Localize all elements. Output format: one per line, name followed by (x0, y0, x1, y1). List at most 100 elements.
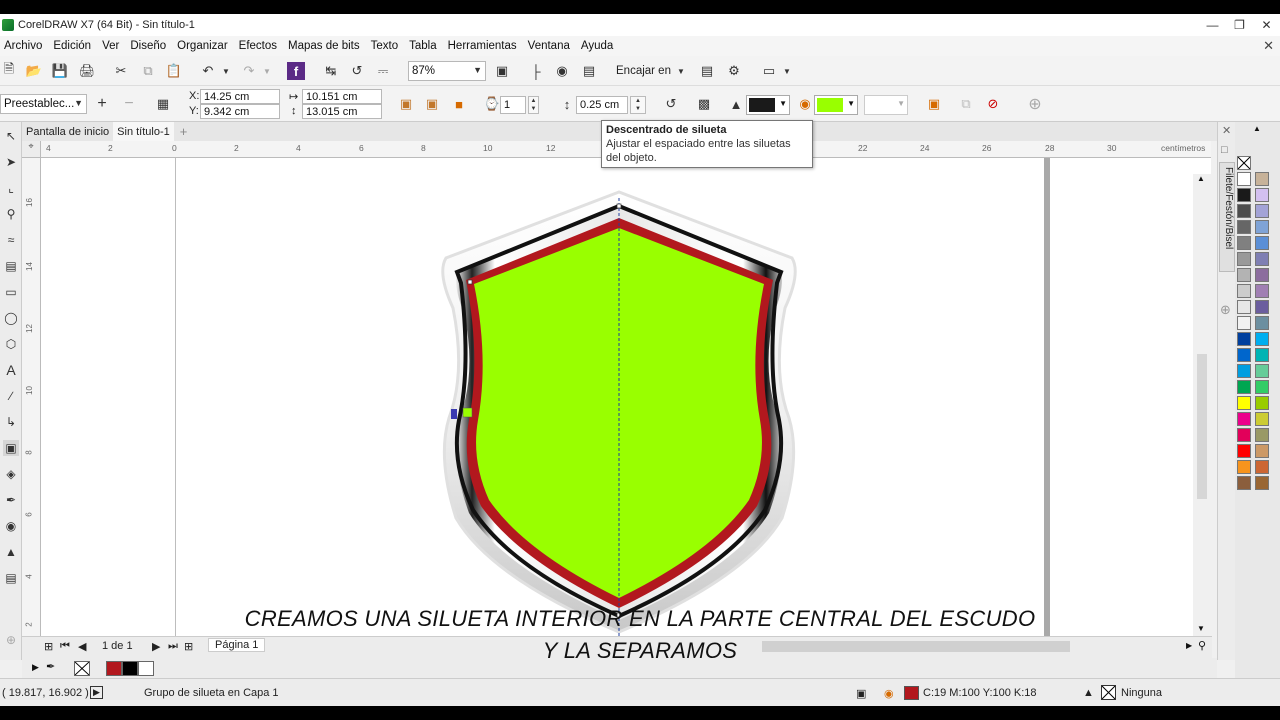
document-close-icon[interactable]: ✕ (1263, 38, 1274, 54)
ruler-origin-icon[interactable]: ⌖ (22, 141, 41, 158)
outline-tool-icon[interactable]: ▤ (3, 570, 19, 586)
width-field[interactable]: 10.151 cm (302, 89, 382, 104)
outline-color-picker[interactable]: ▼ (746, 95, 790, 115)
corner-icon[interactable]: ↺ (662, 95, 680, 113)
palette-color-swatch[interactable] (1255, 284, 1269, 298)
drawing-canvas[interactable] (41, 158, 1211, 638)
palette-color-swatch[interactable] (1237, 396, 1251, 410)
palette-color-swatch[interactable] (1237, 188, 1251, 202)
paste-icon[interactable]: 📋 (165, 62, 183, 80)
docker-add-icon[interactable]: ⊕ (1220, 302, 1231, 318)
menu-ventana[interactable]: Ventana (523, 40, 576, 52)
open-icon[interactable]: 📂 (25, 62, 43, 80)
docker-close-icon[interactable]: ✕ (1222, 124, 1231, 137)
menu-archivo[interactable]: Archivo (0, 40, 48, 52)
palette-color-swatch[interactable] (1237, 284, 1251, 298)
palette-color-swatch[interactable] (1255, 396, 1269, 410)
redo-dropdown-icon[interactable]: ▼ (258, 62, 276, 80)
remove-preset-icon[interactable]: − (120, 95, 138, 113)
menu-edicion[interactable]: Edición (48, 40, 97, 52)
palette-color-swatch[interactable] (1255, 172, 1269, 186)
copy-properties-icon[interactable]: ⧉ (957, 95, 975, 113)
palette-color-swatch[interactable] (1237, 300, 1251, 314)
end-color-picker[interactable]: ▼ (864, 95, 908, 115)
smart-fill-icon[interactable]: ▤ (3, 258, 19, 274)
palette-color-swatch[interactable] (1255, 476, 1269, 490)
copy-icon[interactable]: ⧉ (139, 62, 157, 80)
palette-color-swatch[interactable] (1237, 172, 1251, 186)
palette-color-swatch[interactable] (1237, 444, 1251, 458)
settings-icon[interactable]: ⚙ (725, 62, 743, 80)
snap-to-label[interactable]: Encajar en (616, 65, 671, 77)
palette-color-swatch[interactable] (1237, 476, 1251, 490)
palette-color-swatch[interactable] (1237, 252, 1251, 266)
object-origin-icon[interactable]: ▦ (154, 95, 172, 113)
menu-texto[interactable]: Texto (366, 40, 405, 52)
palette-color-swatch[interactable] (1255, 428, 1269, 442)
menu-organizar[interactable]: Organizar (172, 40, 234, 52)
palette-color-swatch[interactable] (1237, 332, 1251, 346)
grid-view-icon[interactable]: ◉ (553, 62, 571, 80)
menu-ayuda[interactable]: Ayuda (576, 40, 619, 52)
publish-pdf-icon[interactable]: ⎓ (374, 62, 392, 80)
palette-color-swatch[interactable] (1255, 204, 1269, 218)
polygon-tool-icon[interactable]: ⬡ (3, 336, 19, 352)
height-field[interactable]: 13.015 cm (302, 104, 382, 119)
preset-select[interactable]: Preestablec... ▼ (0, 94, 87, 114)
pick-tool-icon[interactable]: ↖ (3, 128, 19, 144)
palette-color-swatch[interactable] (1255, 364, 1269, 378)
export-icon[interactable]: ↺ (348, 62, 366, 80)
menu-diseno[interactable]: Diseño (125, 40, 172, 52)
tab-pantalla-de-inicio[interactable]: Pantalla de inicio (22, 122, 113, 141)
rectangle-tool-icon[interactable]: ▭ (3, 284, 19, 300)
launch-dropdown-icon[interactable]: ▼ (778, 62, 796, 80)
node-handle[interactable] (467, 279, 473, 285)
contour-offset-field[interactable]: 0.25 cm (576, 96, 628, 114)
palette-color-swatch[interactable] (1237, 204, 1251, 218)
inside-contour-icon[interactable]: ▣ (423, 95, 441, 113)
offset-spinner[interactable]: ▲ ▼ (630, 96, 646, 114)
palette-color-swatch[interactable] (1255, 252, 1269, 266)
smart-fill-tool-icon[interactable]: ▲ (3, 544, 19, 560)
undo-dropdown-icon[interactable]: ▼ (217, 62, 235, 80)
palette-color-swatch[interactable] (1255, 188, 1269, 202)
menu-mapas-de-bits[interactable]: Mapas de bits (283, 40, 366, 52)
palette-color-swatch[interactable] (1255, 460, 1269, 474)
import-icon[interactable]: ↹ (322, 62, 340, 80)
palette-color-swatch[interactable] (1255, 236, 1269, 250)
color-direction-icon[interactable]: ▩ (695, 95, 713, 113)
options-icon[interactable]: ▤ (698, 62, 716, 80)
search-content-icon[interactable]: f (287, 62, 305, 80)
node-handle[interactable] (616, 203, 622, 209)
outline-none-swatch[interactable] (1101, 685, 1116, 700)
object-acceleration-icon[interactable]: ▣ (925, 95, 943, 113)
palette-color-swatch[interactable] (1237, 428, 1251, 442)
vertical-ruler[interactable]: 16 14 12 10 8 6 4 2 (22, 158, 41, 638)
ruler-icon[interactable]: ├ (527, 62, 545, 80)
clear-contour-icon[interactable]: ⊘ (984, 95, 1002, 113)
contour-handle-end[interactable] (462, 407, 473, 418)
palette-color-swatch[interactable] (1255, 316, 1269, 330)
parallel-dimension-icon[interactable]: ∕ (3, 388, 19, 404)
outline-to-center-icon[interactable]: ▣ (397, 95, 415, 113)
palette-color-swatch[interactable] (1237, 220, 1251, 234)
contour-steps-field[interactable]: 1 (500, 96, 526, 114)
new-icon[interactable]: 🗎 (0, 61, 18, 80)
palette-color-swatch[interactable] (1237, 412, 1251, 426)
docker-tab-filete[interactable]: Filete/Festón/Bisel (1219, 162, 1235, 272)
menu-ver[interactable]: Ver (97, 40, 125, 52)
palette-color-swatch[interactable] (1237, 316, 1251, 330)
fullscreen-icon[interactable]: ▣ (493, 62, 511, 80)
contour-handle-start[interactable] (451, 409, 457, 419)
tab-sin-titulo-1[interactable]: Sin título-1 (113, 122, 174, 141)
palette-scroll-up-icon[interactable]: ▲ (1253, 124, 1261, 133)
palette-color-swatch[interactable] (1255, 412, 1269, 426)
steps-spinner[interactable]: ▲ ▼ (528, 96, 539, 114)
cut-icon[interactable]: ✂ (112, 62, 130, 80)
y-position-field[interactable]: 9.342 cm (200, 104, 280, 119)
play-icon[interactable]: ▶ (90, 686, 103, 699)
add-icon[interactable]: ⊕ (1026, 95, 1044, 113)
palette-color-swatch[interactable] (1237, 236, 1251, 250)
close-icon[interactable]: ✕ (1253, 14, 1280, 36)
palette-color-swatch[interactable] (1255, 348, 1269, 362)
